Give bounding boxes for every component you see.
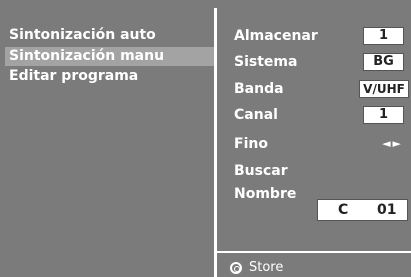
param-channel-value[interactable]: 1 [363, 106, 404, 124]
param-store-value[interactable]: 1 [363, 27, 404, 45]
param-band-label: Banda [234, 81, 284, 97]
menu-item-label: Editar programa [9, 68, 139, 84]
menu-item-label: Sintonización auto [9, 27, 156, 43]
store-button-icon[interactable] [230, 262, 242, 274]
menu-item-edit-program[interactable]: Editar programa [5, 67, 214, 86]
param-fine-label: Fino [234, 136, 268, 152]
param-channel-label: Canal [234, 107, 278, 123]
name-channel-prefix: C [338, 202, 349, 218]
name-channel-number: 01 [377, 202, 397, 218]
param-system-value[interactable]: BG [363, 53, 404, 71]
menu-item-manual-tuning[interactable]: Sintonización manu [5, 47, 214, 66]
param-band-value[interactable]: V/UHF [359, 80, 409, 98]
program-name-field[interactable]: C 01 [317, 199, 408, 221]
footer-bar: Store [217, 253, 411, 277]
store-label: Store [249, 260, 284, 275]
menu-item-auto-tuning[interactable]: Sintonización auto [5, 26, 214, 45]
fine-tune-arrows-icon[interactable]: ◄► [382, 135, 403, 153]
tuning-menu: Sintonización auto Sintonización manu Ed… [5, 8, 214, 277]
manual-tuning-panel: Almacenar 1 Sistema BG Banda V/UHF Canal… [217, 8, 411, 251]
param-name-label: Nombre [234, 186, 297, 202]
tv-osd-screen: Sintonización auto Sintonización manu Ed… [0, 0, 411, 277]
param-system-label: Sistema [234, 54, 298, 70]
param-search-label[interactable]: Buscar [234, 162, 288, 180]
param-store-label: Almacenar [234, 28, 318, 44]
menu-item-label: Sintonización manu [9, 48, 165, 64]
